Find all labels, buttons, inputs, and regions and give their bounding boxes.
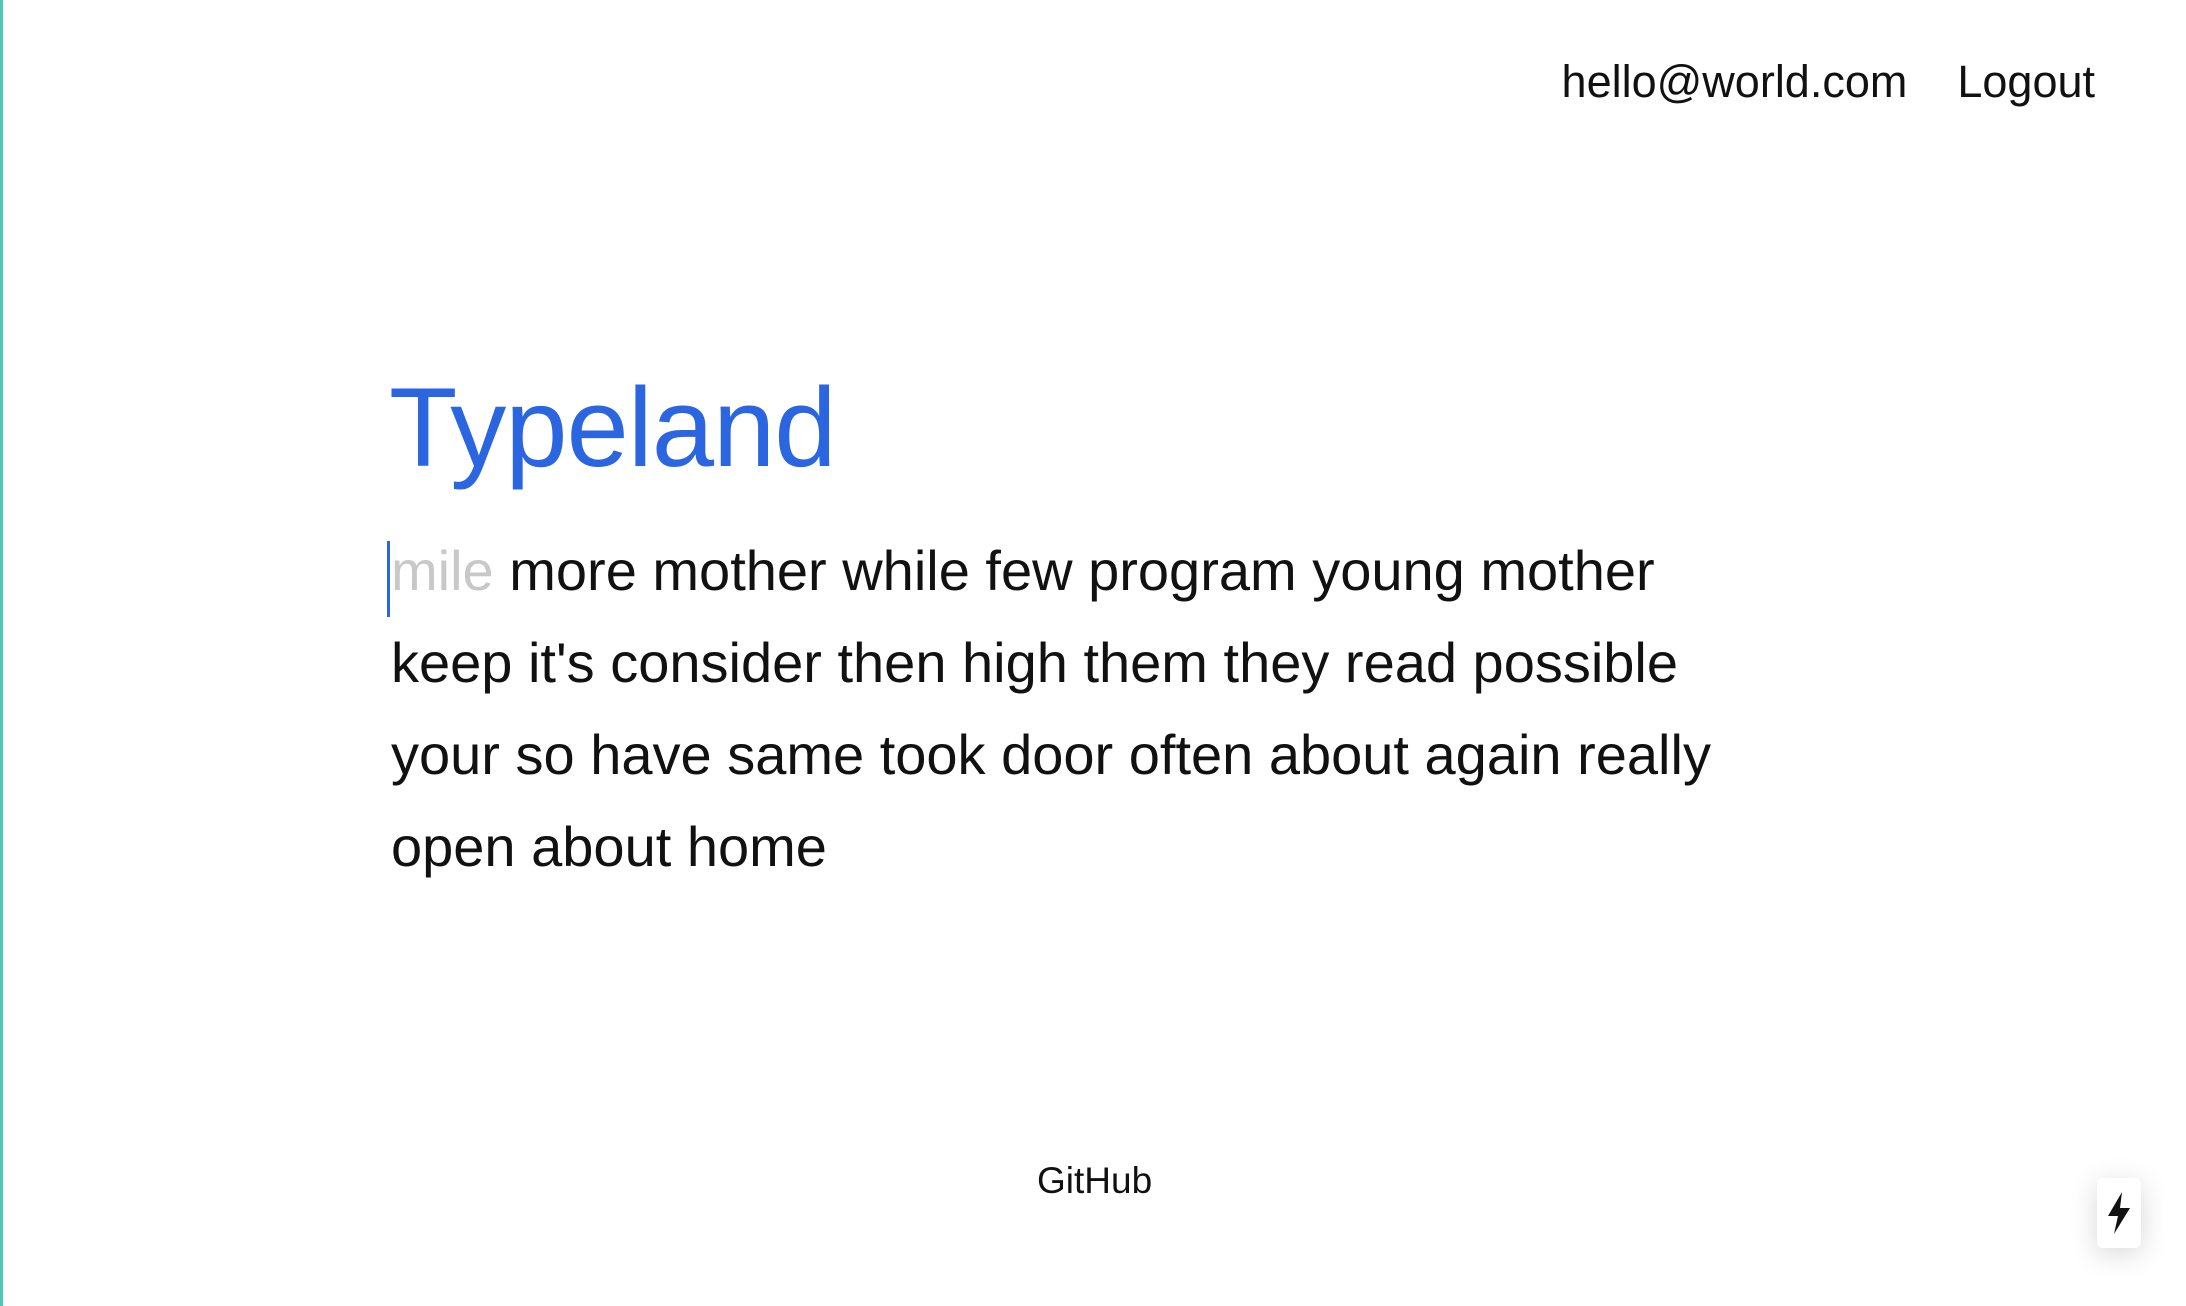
deploy-badge[interactable]: [2097, 1178, 2141, 1248]
remaining-words: more mother while few program young moth…: [391, 539, 1711, 878]
github-link[interactable]: GitHub: [1037, 1160, 1152, 1202]
top-nav: hello@world.com Logout: [1562, 56, 2095, 108]
current-word-text: mile: [391, 539, 494, 602]
page: hello@world.com Logout Typeland mile mor…: [0, 0, 2186, 1306]
user-email-link[interactable]: hello@world.com: [1562, 56, 1908, 108]
text-caret: [387, 541, 390, 617]
current-word: mile: [387, 539, 494, 617]
lightning-bolt-icon: [2108, 1192, 2130, 1234]
logout-button[interactable]: Logout: [1957, 56, 2095, 108]
window-edge: [0, 0, 3, 1306]
app-title[interactable]: Typeland: [389, 358, 837, 498]
typing-area[interactable]: mile more mother while few program young…: [387, 525, 1791, 893]
